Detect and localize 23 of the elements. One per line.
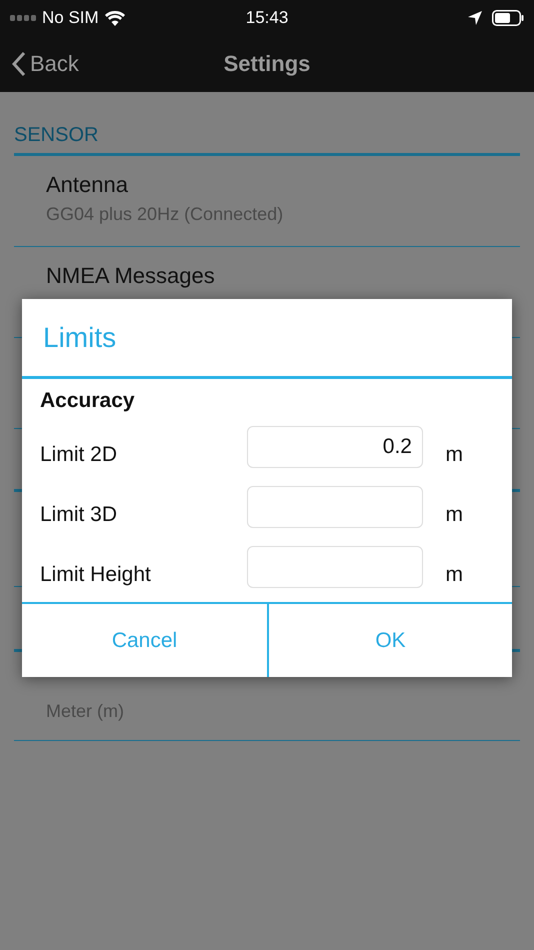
field-label: Limit Height bbox=[40, 563, 151, 587]
chevron-left-icon bbox=[12, 51, 26, 77]
back-button[interactable]: Back bbox=[0, 51, 79, 77]
input-field[interactable] bbox=[247, 486, 423, 528]
clock-time: 15:43 bbox=[246, 8, 288, 28]
field-label: Limit 2D bbox=[40, 443, 118, 467]
wifi-icon bbox=[104, 10, 125, 26]
location-arrow-icon bbox=[468, 11, 482, 25]
section-header: SENSOR bbox=[14, 124, 98, 148]
unit-label: m bbox=[446, 503, 463, 527]
unit-label: m bbox=[446, 563, 463, 587]
carrier-label: No SIM bbox=[42, 8, 99, 28]
screen-title: Settings bbox=[224, 51, 310, 77]
unit-label: m bbox=[446, 443, 463, 467]
input-field[interactable] bbox=[247, 546, 423, 588]
battery-icon bbox=[492, 10, 524, 26]
setting-title: NMEA Messages bbox=[46, 263, 215, 289]
signal-icon bbox=[10, 15, 36, 21]
setting-title: Antenna bbox=[46, 172, 128, 198]
group-heading: Accuracy bbox=[40, 389, 135, 413]
field-label: Limit 3D bbox=[40, 503, 118, 527]
dialog-title: Limits bbox=[43, 322, 116, 354]
input-field[interactable]: 0.2 bbox=[247, 426, 423, 468]
